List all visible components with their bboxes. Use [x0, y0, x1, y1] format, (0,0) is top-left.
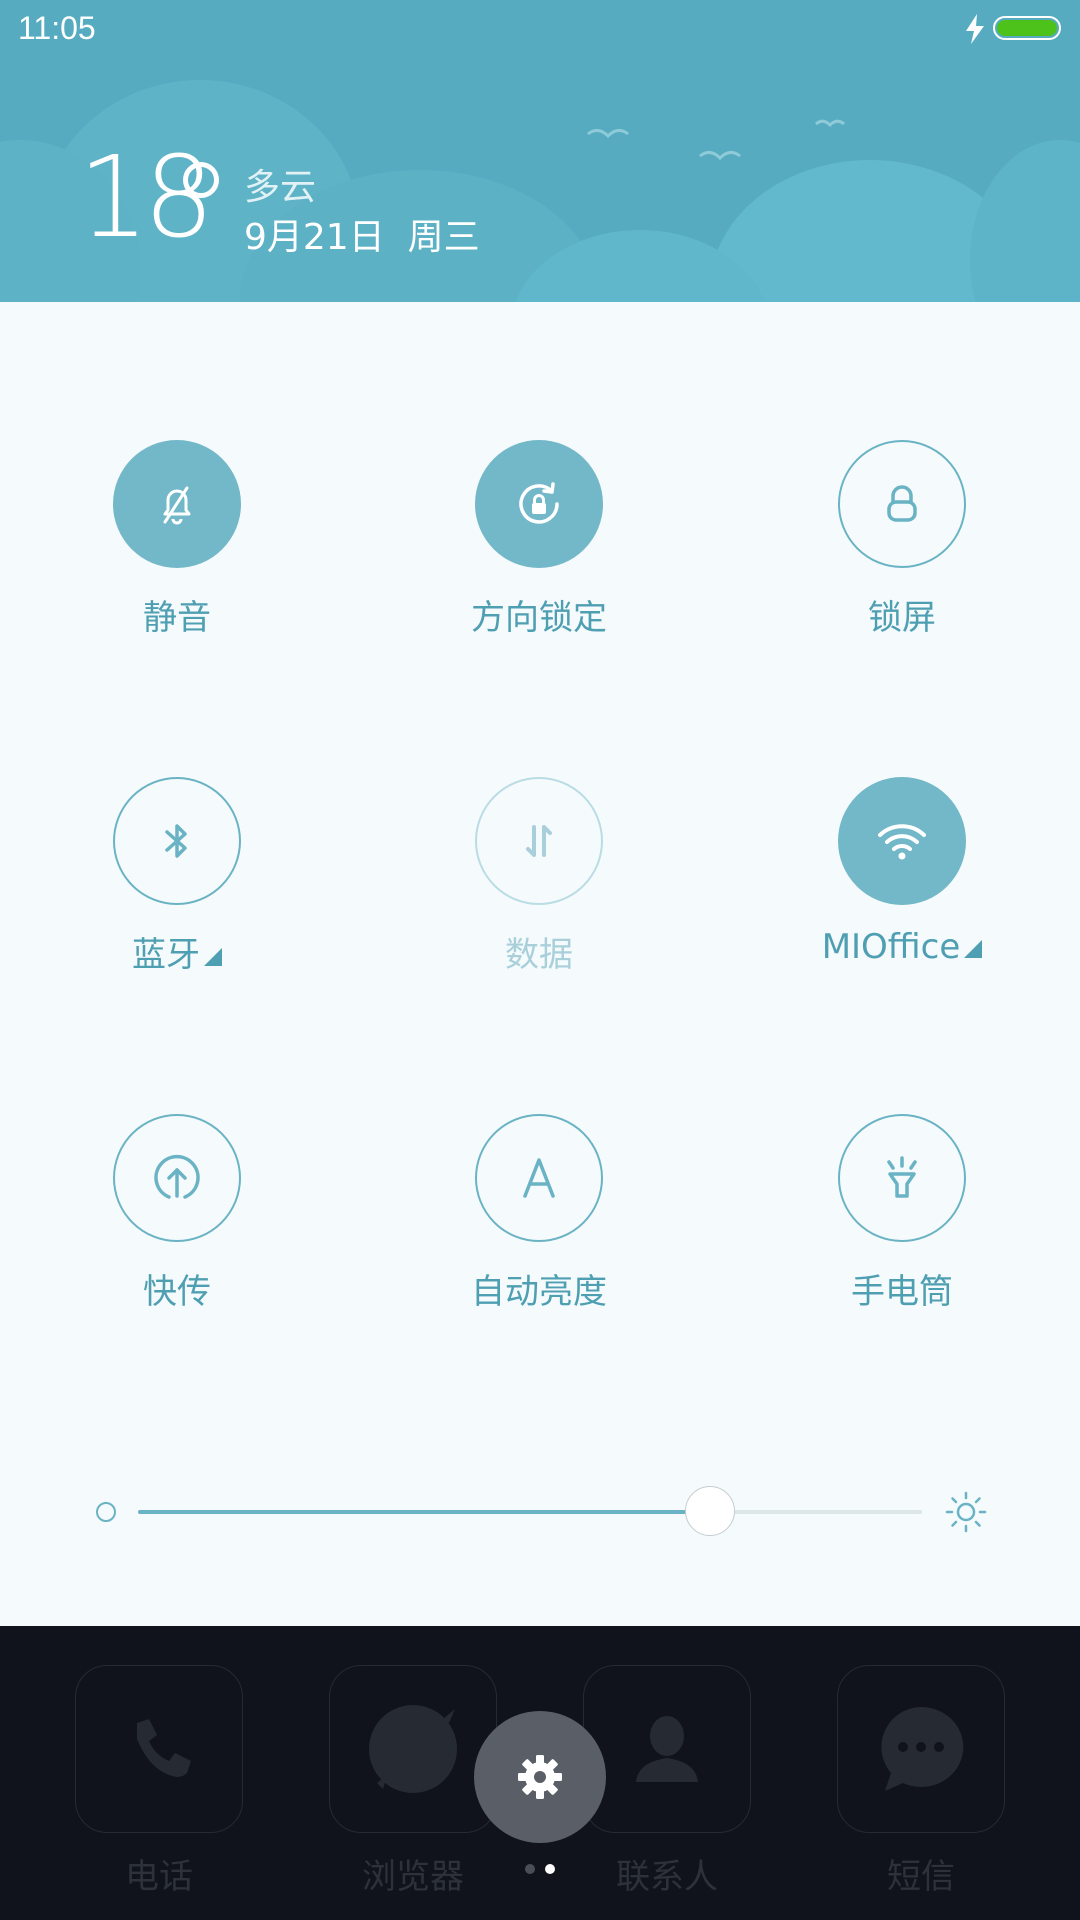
battery-icon — [993, 16, 1061, 40]
app-icon-box — [837, 1665, 1005, 1833]
toggle-rotation-lock[interactable]: 方向锁定 — [389, 440, 689, 639]
browser-icon — [369, 1705, 457, 1793]
toggle-circle — [475, 777, 603, 905]
toggle-auto-brightness[interactable]: 自动亮度 — [389, 1114, 689, 1313]
toggle-circle — [113, 777, 241, 905]
brightness-high-icon — [945, 1491, 987, 1533]
toggle-label: 自动亮度 — [471, 1272, 607, 1312]
temperature: 18 — [78, 133, 214, 263]
toggle-label-text: 蓝牙 — [132, 935, 200, 975]
toggle-circle — [838, 440, 966, 568]
toggle-circle — [838, 777, 966, 905]
toggle-quick-transfer[interactable]: 快传 — [27, 1114, 327, 1313]
brightness-slider-fill — [138, 1510, 711, 1514]
toggle-circle — [113, 1114, 241, 1242]
bluetooth-icon — [165, 824, 187, 858]
toggle-circle — [475, 1114, 603, 1242]
toggle-label: 手电筒 — [851, 1272, 953, 1312]
app-icon-box — [329, 1665, 497, 1833]
contact-icon — [636, 1716, 698, 1782]
status-time: 11:05 — [18, 10, 96, 46]
app-label: 浏览器 — [362, 1857, 464, 1897]
toggle-label: MIOffice — [752, 927, 1052, 967]
weather-condition: 多云 — [244, 167, 317, 208]
degree-symbol — [183, 162, 219, 198]
toggle-label: 方向锁定 — [471, 598, 607, 638]
page-indicator-dot-active — [545, 1864, 555, 1874]
upload-icon — [154, 1154, 200, 1199]
app-label: 电话 — [125, 1857, 193, 1897]
gear-icon — [518, 1755, 562, 1799]
toggle-label: 锁屏 — [868, 598, 936, 638]
dock-app-phone[interactable]: 电话 — [59, 1665, 259, 1898]
dropdown-indicator-icon — [204, 948, 222, 966]
dropdown-indicator-icon — [964, 940, 983, 958]
brightness-slider[interactable] — [138, 1510, 922, 1514]
settings-button[interactable] — [474, 1711, 606, 1843]
rotation-lock-icon — [519, 482, 559, 524]
brightness-low-icon — [96, 1502, 116, 1522]
bell-off-icon — [163, 486, 191, 525]
toggle-lock-screen[interactable]: 锁屏 — [752, 440, 1052, 639]
auto-brightness-icon — [523, 1158, 555, 1198]
toggle-label: 数据 — [505, 935, 573, 975]
data-transfer-icon — [526, 825, 552, 857]
toggle-label: 静音 — [143, 598, 211, 638]
toggle-label: 快传 — [143, 1272, 211, 1312]
lock-icon — [887, 485, 917, 522]
phone-icon — [137, 1719, 191, 1777]
weather-header[interactable]: 11:05 18 多云 9月21日 周三 — [0, 0, 1080, 302]
toggle-silent[interactable]: 静音 — [27, 440, 327, 639]
toggle-label-text: MIOffice — [821, 927, 961, 967]
toggle-circle — [475, 440, 603, 568]
dock-app-messages[interactable]: 短信 — [821, 1665, 1021, 1898]
app-icon-box — [583, 1665, 751, 1833]
brightness-slider-thumb[interactable] — [685, 1486, 736, 1536]
toggle-label: 蓝牙 — [27, 927, 327, 976]
charging-icon — [966, 14, 984, 44]
toggle-mobile-data[interactable]: 数据 — [389, 777, 689, 976]
toggle-flashlight[interactable]: 手电筒 — [752, 1114, 1052, 1313]
wifi-icon — [878, 824, 926, 860]
toggle-wifi[interactable]: MIOffice — [752, 777, 1052, 967]
message-icon — [881, 1706, 964, 1791]
weather-date: 9月21日 周三 — [244, 217, 480, 258]
flashlight-icon — [887, 1156, 917, 1198]
app-label: 联系人 — [616, 1857, 718, 1897]
app-label: 短信 — [887, 1857, 955, 1897]
toggle-circle — [838, 1114, 966, 1242]
toggle-circle — [113, 440, 241, 568]
app-icon-box — [75, 1665, 243, 1833]
toggle-bluetooth[interactable]: 蓝牙 — [27, 777, 327, 976]
page-indicator-dot — [525, 1864, 535, 1874]
